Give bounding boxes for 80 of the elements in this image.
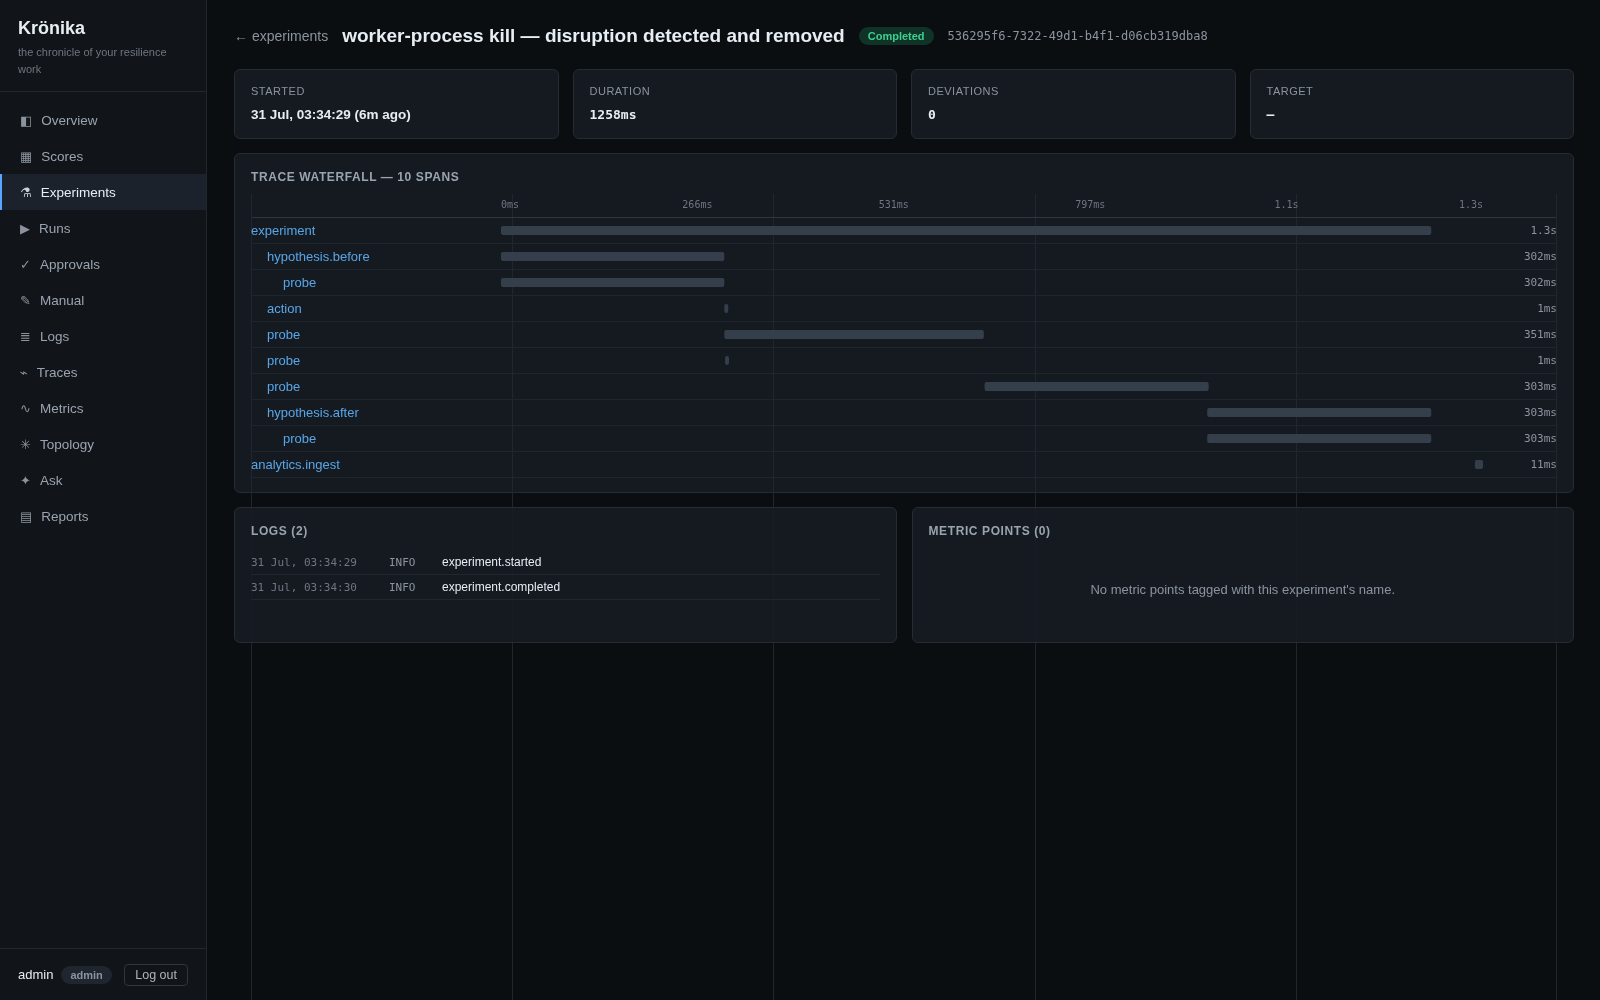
axis-tick-label: 0ms: [501, 199, 520, 211]
log-timestamp: 31 Jul, 03:34:29: [251, 555, 357, 569]
span-name[interactable]: probe: [283, 430, 317, 447]
log-level: INFO: [389, 580, 416, 594]
nav-item[interactable]: ◧ Overview: [0, 102, 206, 138]
panel-title: METRIC POINTS (0): [928, 524, 1052, 539]
panel-title: LOGS (2): [251, 524, 309, 539]
nav-item[interactable]: ▦ Scores: [0, 138, 206, 174]
span-name[interactable]: analytics.ingest: [251, 456, 340, 473]
nav-item[interactable]: ✳ Topology: [0, 426, 206, 462]
log-message: experiment.completed: [442, 580, 561, 594]
wave-icon: ∿: [20, 401, 31, 415]
stat-value: 0: [928, 106, 937, 123]
run-id: 536295f6-7322-49d1-b4f1-d06cb319dba8: [947, 29, 1208, 43]
axis-tick-label: 797ms: [1075, 199, 1106, 211]
span-duration: 1ms: [1537, 301, 1557, 316]
log-timestamp: 31 Jul, 03:34:30: [251, 580, 357, 594]
half-square-icon: ◧: [20, 113, 33, 127]
flask-icon: ⚗: [20, 185, 32, 199]
span-duration: 302ms: [1523, 275, 1557, 290]
span-duration: 1ms: [1537, 353, 1557, 368]
nav-item[interactable]: ≣ Logs: [0, 318, 206, 354]
axis-tick-label: 266ms: [682, 199, 713, 211]
nav-item[interactable]: ∿ Metrics: [0, 390, 206, 426]
span-duration: 1.3s: [1530, 223, 1557, 238]
axis-tick-label: 1.3s: [1458, 199, 1483, 211]
list-icon: ▤: [20, 509, 33, 523]
brand-name: Krönika: [18, 17, 87, 39]
nav-item[interactable]: ✓ Approvals: [0, 246, 206, 282]
log-level: INFO: [389, 555, 416, 569]
span-name[interactable]: action: [267, 300, 302, 317]
nav-item[interactable]: ▤ Reports: [0, 498, 206, 534]
span-name[interactable]: hypothesis.after: [267, 404, 359, 421]
span-duration: 302ms: [1523, 249, 1557, 264]
span-name[interactable]: probe: [267, 352, 301, 369]
span-name[interactable]: probe: [283, 274, 317, 291]
span-bar: [1474, 460, 1483, 469]
stat-value: 31 Jul, 03:34:29 (6m ago): [251, 106, 412, 123]
zigzag-icon: ⌁: [20, 365, 28, 379]
role-badge: admin: [61, 965, 112, 984]
stat-value: —: [1266, 106, 1276, 123]
span-name[interactable]: probe: [267, 378, 301, 395]
page-title: worker-process kill — disruption detected and removed: [342, 25, 845, 47]
brand-tagline: the chronicle of your resilience work: [18, 45, 168, 77]
nav-item[interactable]: ✦ Ask: [0, 462, 206, 498]
stat-label: DURATION: [589, 85, 652, 98]
nav-item[interactable]: ⌁ Traces: [0, 354, 206, 390]
stat-label: TARGET: [1266, 85, 1315, 98]
grid-icon: ▦: [20, 149, 33, 163]
span-name[interactable]: hypothesis.before: [267, 248, 370, 265]
checkmark-icon: ✓: [20, 257, 31, 271]
asterisk-icon: ✳: [20, 437, 31, 451]
back-link[interactable]: ← experiments: [234, 28, 329, 44]
stat-label: DEVIATIONS: [928, 85, 1000, 98]
span-duration: 11ms: [1530, 457, 1557, 472]
user-name: admin: [18, 967, 54, 982]
stat-label: STARTED: [251, 85, 306, 98]
span-bar: [724, 304, 729, 313]
axis-tick-label: 531ms: [878, 199, 909, 211]
span-duration: 351ms: [1523, 327, 1557, 342]
nav-item[interactable]: ▶ Runs: [0, 210, 206, 246]
empty-message: No metric points tagged with this experiment's name.: [1090, 582, 1395, 597]
log-message: experiment.started: [442, 555, 542, 569]
logout-button[interactable]: Log out: [124, 963, 188, 986]
axis-tick-label: 1.1s: [1274, 199, 1299, 211]
nav-item[interactable]: ⚗ Experiments: [0, 174, 206, 210]
lines-icon: ≣: [20, 329, 31, 343]
span-duration: 303ms: [1523, 405, 1557, 420]
stat-value: 1258ms: [589, 106, 638, 123]
span-name[interactable]: experiment: [251, 222, 316, 239]
span-name[interactable]: probe: [267, 326, 301, 343]
span-duration: 303ms: [1523, 379, 1557, 394]
sparkle-icon: ✦: [20, 473, 31, 487]
span-bar: [725, 356, 729, 365]
span-duration: 303ms: [1523, 431, 1557, 446]
nav-item[interactable]: ✎ Manual: [0, 282, 206, 318]
status-badge: Completed: [858, 27, 934, 45]
play-icon: ▶: [20, 221, 30, 235]
panel-title: TRACE WATERFALL — 10 SPANS: [251, 170, 461, 185]
pencil-icon: ✎: [20, 293, 31, 307]
